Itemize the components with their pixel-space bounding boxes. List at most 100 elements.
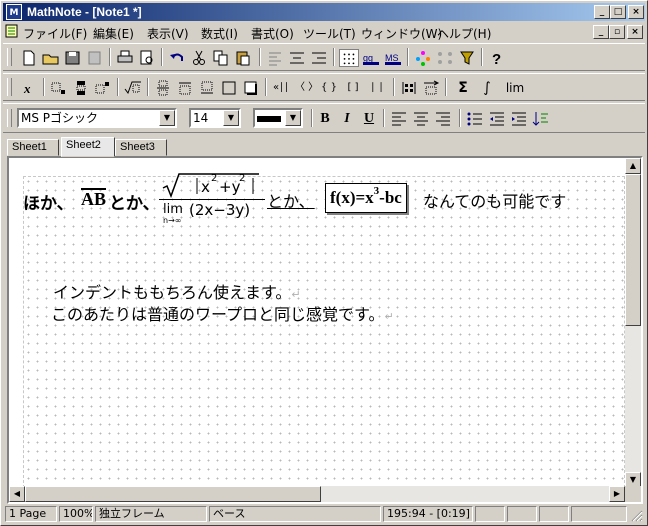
tab-sheet1[interactable]: Sheet1 — [7, 139, 59, 156]
status-pane-empty-3 — [539, 506, 569, 522]
integral-icon[interactable]: ∫ — [477, 79, 497, 97]
toolbar-grip[interactable] — [7, 48, 12, 66]
variable-x-icon[interactable]: x — [19, 79, 39, 97]
sqrt-icon[interactable] — [123, 79, 143, 97]
sort-icon[interactable] — [531, 110, 551, 128]
editing-frame[interactable] — [23, 176, 625, 488]
document-area[interactable]: ほか、 AB とか、 x 2 +y 2 lim n→∞ (2x−3y) とか、 … — [7, 156, 643, 504]
mdi-close-button[interactable]: × — [627, 25, 643, 39]
font-name-select[interactable]: MS Pゴシック ▼ — [17, 108, 177, 128]
tab-sheet2[interactable]: Sheet2 — [61, 137, 115, 157]
menu-tools[interactable]: ツール(T) — [303, 25, 356, 42]
fraction-bar — [159, 199, 265, 200]
fraction-expression[interactable]: x 2 +y 2 lim n→∞ (2x−3y) — [157, 172, 267, 225]
numerator-plus-y: +y — [219, 178, 241, 196]
overline-ab[interactable]: AB — [81, 188, 107, 209]
menu-edit[interactable]: 編集(E) — [93, 25, 134, 42]
overline-icon[interactable] — [175, 79, 195, 97]
chevron-down-icon[interactable]: ▼ — [285, 110, 301, 126]
square-bracket-icon[interactable]: [ ] — [343, 79, 363, 97]
indent-decrease-icon[interactable] — [487, 110, 507, 128]
open-folder-icon[interactable] — [41, 49, 61, 67]
font-size-select[interactable]: 14 ▼ — [189, 108, 241, 128]
text-line-wordpro: このあたりは普通のワープロと同じ感覚です。↵ — [51, 301, 394, 325]
boxed-expression[interactable]: f(x)=x3-bc — [325, 183, 407, 213]
horizontal-scrollbar[interactable]: ◀ ▶ — [9, 486, 625, 502]
subscript-icon[interactable] — [49, 79, 69, 97]
minimize-button[interactable]: _ — [594, 5, 610, 19]
shadow-box-icon[interactable] — [241, 79, 261, 97]
ms-style-icon[interactable]: MS — [383, 49, 403, 67]
menu-help[interactable]: ヘルプ(H) — [437, 25, 491, 42]
vertical-scrollbar[interactable]: ▲ ▼ — [625, 158, 641, 488]
grid-toggle-icon[interactable] — [339, 49, 359, 67]
mdi-restore-button[interactable]: ▫ — [609, 25, 625, 39]
fraction-icon[interactable] — [153, 79, 173, 97]
italic-button[interactable]: I — [337, 110, 357, 128]
color-select[interactable]: ▼ — [253, 108, 303, 128]
indent-increase-icon[interactable] — [509, 110, 529, 128]
chevron-down-icon[interactable]: ▼ — [159, 110, 175, 126]
toolbar-grip[interactable] — [7, 78, 12, 96]
filter-icon[interactable] — [457, 49, 477, 67]
text-align-right-icon[interactable] — [433, 110, 453, 128]
text-hoka: ほか、 — [23, 194, 74, 214]
copy-icon[interactable] — [211, 49, 231, 67]
toolbar-separator — [259, 48, 261, 66]
align-center-icon[interactable] — [287, 49, 307, 67]
abs-bracket-icon[interactable]: ∣ ∣ — [367, 79, 387, 97]
menu-file[interactable]: ファイル(F) — [23, 25, 87, 42]
cut-icon[interactable] — [189, 49, 209, 67]
title-bar[interactable]: M MathNote - [Note1 *] _ □ × — [3, 3, 645, 21]
bullet-list-icon[interactable] — [465, 110, 485, 128]
text-align-center-icon[interactable] — [411, 110, 431, 128]
bold-button[interactable]: B — [315, 110, 335, 128]
help-icon[interactable]: ? — [487, 49, 507, 67]
document-icon[interactable] — [5, 24, 19, 38]
text-nantemo: なんてのも可能です — [423, 192, 567, 211]
angle-bracket-icon[interactable]: 〈 〉 — [295, 79, 318, 97]
print-preview-icon[interactable] — [137, 49, 157, 67]
toolbar-grip[interactable] — [7, 109, 12, 127]
align-left-icon[interactable] — [265, 49, 285, 67]
tab-sheet3[interactable]: Sheet3 — [115, 139, 167, 156]
menu-format[interactable]: 書式(O) — [251, 25, 294, 42]
horizontal-scroll-thumb[interactable] — [25, 486, 321, 502]
scroll-right-button[interactable]: ▶ — [609, 486, 625, 502]
menu-window[interactable]: ウィンドウ(W) — [361, 25, 442, 42]
chevron-down-icon[interactable]: ▼ — [223, 110, 239, 126]
matrix-icon[interactable] — [399, 79, 419, 97]
norm-bracket-icon[interactable]: «∣∣ — [271, 79, 291, 97]
paste-icon[interactable] — [233, 49, 253, 67]
align-right-icon[interactable] — [309, 49, 329, 67]
curly-bracket-icon[interactable]: { } — [319, 79, 339, 97]
sigma-icon[interactable]: Σ — [453, 79, 473, 97]
scroll-up-button[interactable]: ▲ — [625, 158, 641, 174]
arrow-over-icon[interactable] — [421, 79, 441, 97]
resize-grip-icon[interactable] — [629, 508, 643, 522]
underline-button[interactable]: U — [359, 110, 379, 128]
scroll-left-button[interactable]: ◀ — [9, 486, 25, 502]
box-icon[interactable] — [219, 79, 239, 97]
undo-icon[interactable] — [167, 49, 187, 67]
text-align-left-icon[interactable] — [389, 110, 409, 128]
underline-box-icon[interactable] — [197, 79, 217, 97]
color-palette-icon[interactable] — [413, 49, 433, 67]
app-icon[interactable]: M — [6, 4, 22, 20]
new-file-icon[interactable] — [19, 49, 39, 67]
mdi-minimize-button[interactable]: _ — [593, 25, 609, 39]
close-button[interactable]: × — [628, 5, 644, 19]
vertical-scroll-thumb[interactable] — [625, 174, 641, 326]
menu-formula[interactable]: 数式(I) — [201, 25, 238, 42]
font-style-icon[interactable]: gg — [361, 49, 381, 67]
dots-pattern-icon[interactable] — [435, 49, 455, 67]
maximize-button[interactable]: □ — [610, 5, 626, 19]
toolbar-separator — [481, 48, 483, 66]
superscript-icon[interactable] — [93, 79, 113, 97]
lim-icon[interactable]: lim — [503, 79, 527, 97]
print-icon[interactable] — [115, 49, 135, 67]
save-as-icon[interactable] — [85, 49, 105, 67]
menu-view[interactable]: 表示(V) — [147, 25, 189, 42]
save-icon[interactable] — [63, 49, 83, 67]
under-over-icon[interactable] — [71, 79, 91, 97]
